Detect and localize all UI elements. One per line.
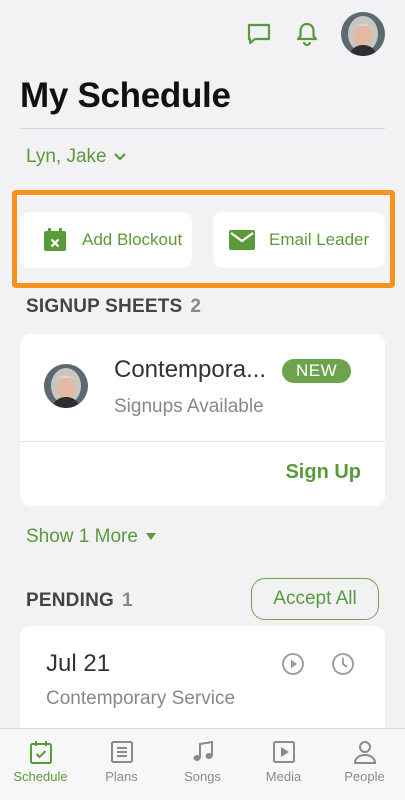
page-title: My Schedule <box>20 76 231 115</box>
email-leader-button[interactable]: Email Leader <box>213 212 385 268</box>
signup-sheet-title: Contempora... <box>114 356 267 383</box>
tab-plans[interactable]: Plans <box>81 729 162 800</box>
avatar <box>44 364 88 408</box>
pending-actions <box>281 652 355 676</box>
person-selector-label: Lyn, Jake <box>26 146 107 167</box>
chevron-down-icon <box>113 153 126 161</box>
email-leader-label: Email Leader <box>269 230 370 249</box>
signup-sheet-card[interactable]: Contempora... NEW Signups Available Sign… <box>20 334 385 506</box>
tab-plans-label: Plans <box>105 769 138 784</box>
pending-count: 1 <box>121 590 133 611</box>
chat-icon[interactable] <box>245 20 273 48</box>
play-icon <box>272 741 295 763</box>
pending-header: PENDING 1 <box>26 590 133 612</box>
avatar[interactable] <box>341 12 385 56</box>
calendar-x-icon <box>44 228 66 251</box>
calendar-check-icon <box>29 741 52 764</box>
top-bar <box>245 12 385 56</box>
tab-bar: Schedule Plans Songs Media People <box>0 728 405 800</box>
tab-schedule-label: Schedule <box>13 769 68 784</box>
divider <box>20 441 385 442</box>
tab-people-label: People <box>344 769 385 784</box>
tab-media[interactable]: Media <box>243 729 324 800</box>
signup-sheets-count: 2 <box>190 296 202 317</box>
tab-songs-label: Songs <box>184 769 221 784</box>
new-badge: NEW <box>282 359 352 383</box>
person-selector[interactable]: Lyn, Jake <box>26 146 127 168</box>
caret-down-icon <box>145 533 156 540</box>
tab-schedule[interactable]: Schedule <box>0 729 81 800</box>
tab-people[interactable]: People <box>324 729 405 800</box>
pending-service-name: Contemporary Service <box>46 688 236 709</box>
pending-label: PENDING <box>26 590 114 611</box>
add-blockout-label: Add Blockout <box>82 230 183 249</box>
show-more-label: Show 1 More <box>26 526 138 547</box>
accept-all-button[interactable]: Accept All <box>251 578 379 620</box>
add-blockout-button[interactable]: Add Blockout <box>20 212 192 268</box>
signup-sheets-label: SIGNUP SHEETS <box>26 296 183 317</box>
envelope-icon <box>229 230 255 250</box>
tab-media-label: Media <box>265 769 302 784</box>
bell-icon[interactable] <box>293 20 321 48</box>
clock-icon[interactable] <box>331 652 355 676</box>
signup-sheets-header: SIGNUP SHEETS 2 <box>26 296 201 318</box>
list-icon <box>110 741 133 763</box>
pending-date: Jul 21 <box>46 650 111 677</box>
divider <box>20 128 385 129</box>
sign-up-button[interactable]: Sign Up <box>285 461 361 484</box>
play-circle-icon[interactable] <box>281 652 305 676</box>
person-icon <box>353 741 376 764</box>
show-more-link[interactable]: Show 1 More <box>26 526 156 548</box>
music-note-icon <box>193 740 213 761</box>
signup-sheet-subtitle: Signups Available <box>114 396 264 417</box>
tab-songs[interactable]: Songs <box>162 729 243 800</box>
